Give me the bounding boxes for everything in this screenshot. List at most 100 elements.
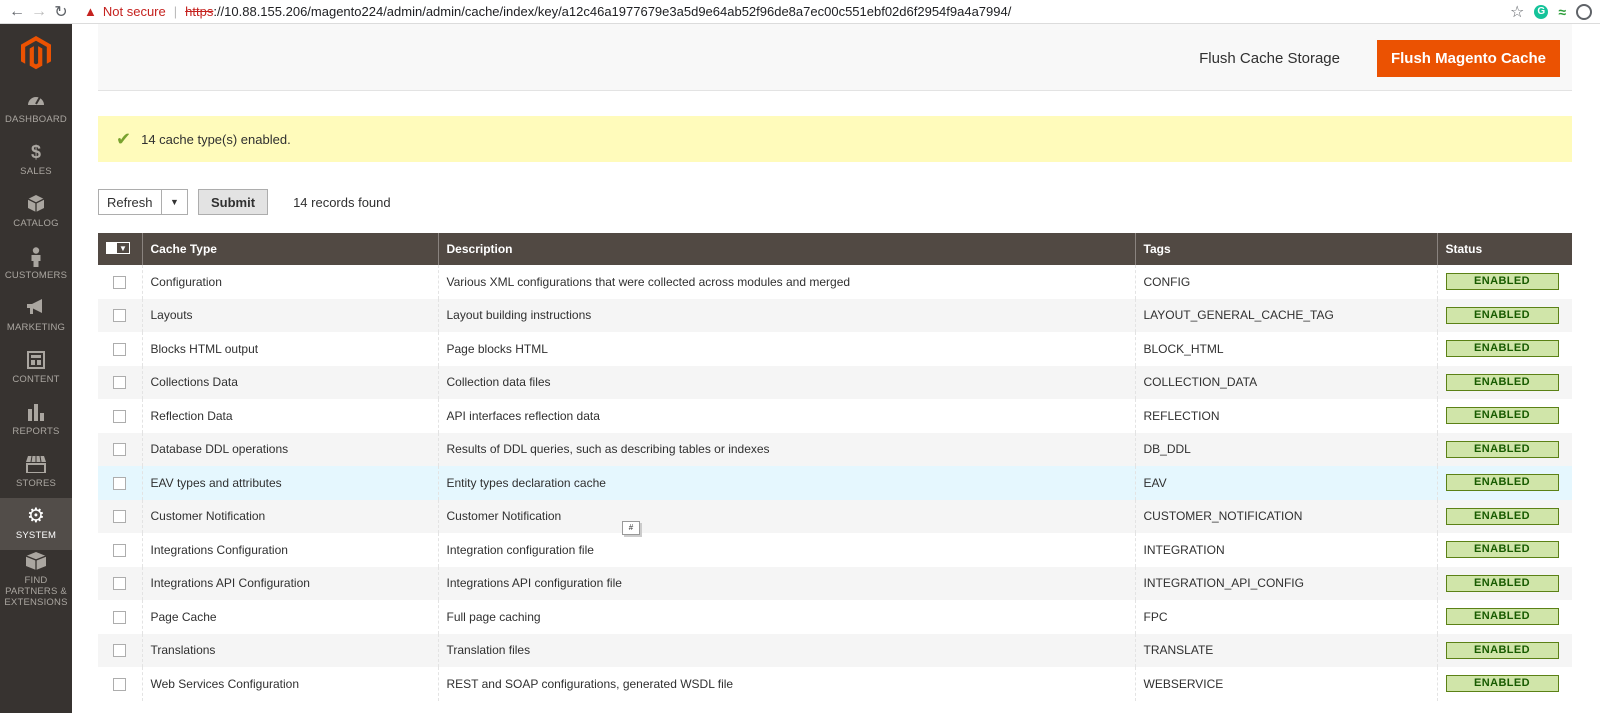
sidebar-item-catalog[interactable]: CATALOG [0,186,72,238]
bookmark-star-icon[interactable]: ☆ [1510,2,1524,22]
row-checkbox-cell[interactable] [98,533,142,567]
table-row[interactable]: Database DDL operations Results of DDL q… [98,432,1572,466]
row-checkbox-cell[interactable] [98,566,142,600]
status-badge: ENABLED [1445,675,1559,693]
table-row[interactable]: Reflection Data API interfaces reflectio… [98,399,1572,433]
sidebar-item-label: CATALOG [13,218,59,229]
row-checkbox-cell[interactable] [98,667,142,701]
row-checkbox[interactable] [113,610,127,624]
extension-icon[interactable]: ≈ [1558,4,1566,20]
row-checkbox[interactable] [113,342,127,356]
cache-type-cell: Integrations Configuration [141,533,438,567]
row-checkbox-cell[interactable] [98,365,142,399]
row-checkbox[interactable] [113,510,127,524]
forward-icon[interactable]: → [28,1,50,23]
main-content: Flush Cache Storage Flush Magento Cache … [72,24,1600,713]
warning-icon: ▲ [84,4,97,19]
row-checkbox-cell[interactable] [98,633,142,667]
row-checkbox[interactable] [113,275,127,289]
row-checkbox-cell[interactable] [98,298,142,332]
status-badge: ENABLED [1445,373,1559,391]
header-status[interactable]: Status [1436,233,1572,265]
sidebar-item-system[interactable]: ⚙ SYSTEM [0,498,72,550]
mass-select-checkbox[interactable]: ▼ [106,242,130,254]
select-all-box[interactable] [107,243,117,253]
table-row[interactable]: Page Cache Full page caching FPC ENABLED [98,600,1572,634]
table-row[interactable]: EAV types and attributes Entity types de… [98,466,1572,500]
chevron-down-icon[interactable]: ▼ [161,190,187,214]
row-checkbox[interactable] [113,409,127,423]
table-row[interactable]: Integrations Configuration Integration c… [98,533,1572,567]
sidebar-item-dashboard[interactable]: DASHBOARD [0,82,72,134]
header-cache-type[interactable]: Cache Type [141,233,438,265]
header-tags[interactable]: Tags [1134,233,1437,265]
store-icon [25,455,47,475]
chevron-down-icon[interactable]: ▼ [117,243,129,253]
person-icon [30,247,42,267]
status-cell: ENABLED [1436,399,1572,433]
status-cell: ENABLED [1436,533,1572,567]
submit-button[interactable]: Submit [198,189,269,215]
magento-logo[interactable] [0,24,72,82]
row-checkbox-cell[interactable] [98,466,142,500]
sidebar-item-marketing[interactable]: MARKETING [0,290,72,342]
row-checkbox-cell[interactable] [98,332,142,366]
table-row[interactable]: Collections Data Collection data files C… [98,365,1572,399]
row-checkbox[interactable] [113,476,127,490]
sidebar-item-content[interactable]: CONTENT [0,342,72,394]
row-checkbox-cell[interactable] [98,265,142,299]
sidebar-item-label: FIND PARTNERS & EXTENSIONS [4,575,68,608]
row-checkbox-cell[interactable] [98,600,142,634]
tags-cell: EAV [1134,466,1437,500]
sidebar-item-partners[interactable]: FIND PARTNERS & EXTENSIONS [0,550,72,610]
table-row[interactable]: Integrations API Configuration Integrati… [98,566,1572,600]
address-bar[interactable]: ▲ Not secure | https://10.88.155.206/mag… [84,2,1510,22]
row-checkbox[interactable] [113,644,127,658]
table-row[interactable]: Layouts Layout building instructions LAY… [98,298,1572,332]
row-checkbox-cell[interactable] [98,399,142,433]
row-checkbox[interactable] [113,543,127,557]
row-checkbox[interactable] [113,309,127,323]
table-row[interactable]: Configuration Various XML configurations… [98,265,1572,299]
cache-type-cell: Translations [141,633,438,667]
row-checkbox[interactable] [113,443,127,457]
mass-action-value: Refresh [107,194,153,210]
profile-icon[interactable] [1576,3,1592,20]
cube-icon [27,195,45,215]
row-checkbox[interactable] [113,577,127,591]
sidebar-item-stores[interactable]: STORES [0,446,72,498]
mass-action-select[interactable]: Refresh ▼ [98,189,188,215]
row-checkbox[interactable] [113,677,127,691]
status-cell: ENABLED [1436,332,1572,366]
row-checkbox-cell[interactable] [98,432,142,466]
back-icon[interactable]: ← [6,1,28,23]
tags-cell: DB_DDL [1134,432,1437,466]
sidebar-item-label: STORES [15,478,57,489]
sidebar-item-label: REPORTS [12,426,60,437]
status-cell: ENABLED [1436,466,1572,500]
tags-cell: WEBSERVICE [1134,667,1437,701]
mass-select-header[interactable]: ▼ [98,233,142,265]
table-row[interactable]: Web Services Configuration REST and SOAP… [98,667,1572,701]
cache-type-cell: Web Services Configuration [141,667,438,701]
url-text: ://10.88.155.206/magento224/admin/admin/… [213,4,1012,19]
header-description[interactable]: Description [437,233,1135,265]
sidebar-item-sales[interactable]: $ SALES [0,134,72,186]
cache-type-cell: Integrations API Configuration [141,566,438,600]
table-row[interactable]: Blocks HTML output Page blocks HTML BLOC… [98,332,1572,366]
row-checkbox-cell[interactable] [98,499,142,533]
table-row[interactable]: Customer Notification Customer Notificat… [98,499,1572,533]
sidebar-item-customers[interactable]: CUSTOMERS [0,238,72,290]
tags-cell: COLLECTION_DATA [1134,365,1437,399]
status-cell: ENABLED [1436,566,1572,600]
success-message: ✔ 14 cache type(s) enabled. [98,116,1572,162]
row-checkbox[interactable] [113,376,127,390]
cache-grid: ▼ Cache Type Description Tags Status Con… [98,233,1572,701]
sidebar-item-reports[interactable]: REPORTS [0,394,72,446]
reload-icon[interactable]: ↻ [50,1,72,23]
status-badge: ENABLED [1445,541,1559,559]
table-row[interactable]: Translations Translation files TRANSLATE… [98,633,1572,667]
grammarly-icon[interactable]: G [1534,4,1549,19]
flush-cache-storage-button[interactable]: Flush Cache Storage [1189,40,1350,76]
flush-magento-cache-button[interactable]: Flush Magento Cache [1376,40,1560,77]
